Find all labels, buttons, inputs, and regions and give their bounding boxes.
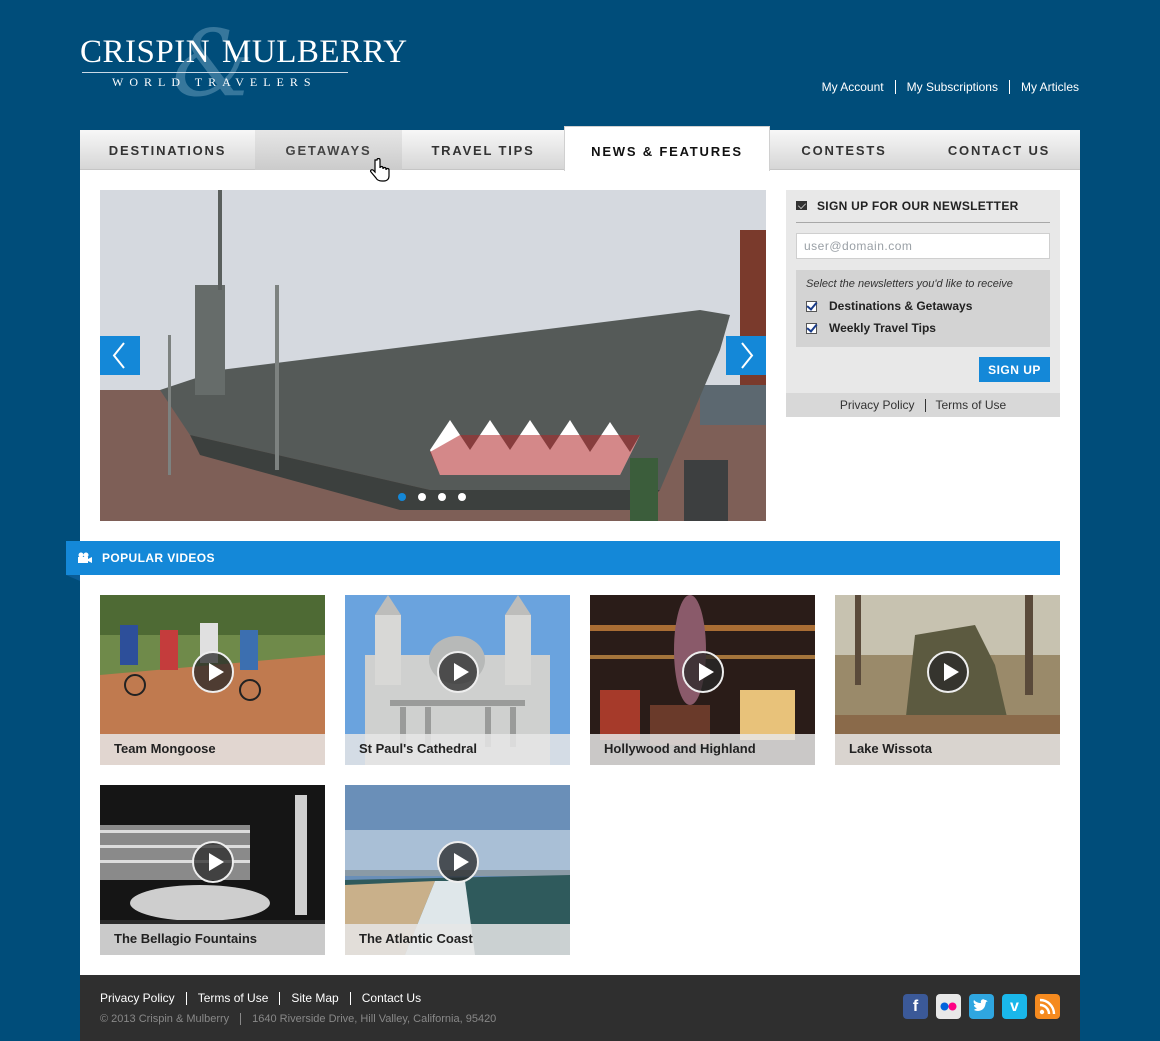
slide-image-submarine bbox=[100, 190, 766, 521]
play-icon[interactable] bbox=[192, 841, 234, 883]
address-text: 1640 Riverside Drive, Hill Valley, Calif… bbox=[240, 1013, 496, 1025]
banner-fold bbox=[66, 575, 80, 581]
footer-sitemap-link[interactable]: Site Map bbox=[279, 992, 349, 1005]
video-tile-hollywood-highland[interactable]: Hollywood and Highland bbox=[590, 595, 815, 765]
social-links: f v bbox=[903, 994, 1060, 1019]
newsletter-terms-link[interactable]: Terms of Use bbox=[924, 398, 1017, 412]
footer-copyright: © 2013 Crispin & Mulberry 1640 Riverside… bbox=[100, 1013, 496, 1025]
option-label: Destinations & Getaways bbox=[829, 299, 973, 313]
chevron-left-icon bbox=[112, 342, 125, 369]
account-links: My Account My Subscriptions My Articles bbox=[811, 80, 1079, 94]
play-icon[interactable] bbox=[192, 651, 234, 693]
footer-terms-link[interactable]: Terms of Use bbox=[185, 992, 280, 1005]
checkbox-destinations[interactable] bbox=[806, 300, 817, 312]
page-container: DESTINATIONS GETAWAYS TRAVEL TIPS NEWS &… bbox=[66, 126, 1080, 1041]
slider-next-button[interactable] bbox=[726, 336, 766, 375]
logo-tagline: WORLD TRAVELERS bbox=[112, 75, 317, 89]
newsletter-title: SIGN UP FOR OUR NEWSLETTER bbox=[817, 199, 1019, 213]
my-subscriptions-link[interactable]: My Subscriptions bbox=[894, 80, 1009, 94]
my-account-link[interactable]: My Account bbox=[811, 80, 895, 94]
logo-name-second: MULBERRY bbox=[222, 34, 408, 70]
newsletter-email-input[interactable] bbox=[796, 233, 1050, 259]
tab-travel-tips[interactable]: TRAVEL TIPS bbox=[402, 130, 564, 170]
newsletter-footer-links: Privacy Policy Terms of Use bbox=[786, 393, 1060, 417]
flickr-icon[interactable] bbox=[936, 994, 961, 1019]
slider-dot-3[interactable] bbox=[438, 493, 446, 501]
play-icon[interactable] bbox=[927, 651, 969, 693]
newsletter-hint: Select the newsletters you'd like to rec… bbox=[806, 278, 1013, 290]
hand-cursor-icon bbox=[370, 158, 390, 182]
main-nav: DESTINATIONS GETAWAYS TRAVEL TIPS NEWS &… bbox=[80, 126, 1080, 171]
newsletter-privacy-link[interactable]: Privacy Policy bbox=[830, 398, 925, 412]
logo-wordmark: CRISPIN MULBERRY bbox=[80, 34, 408, 71]
logo-name-first: CRISPIN bbox=[80, 34, 211, 70]
video-title: Lake Wissota bbox=[835, 734, 1060, 765]
newsletter-panel: SIGN UP FOR OUR NEWSLETTER Select the ne… bbox=[786, 190, 1060, 417]
envelope-icon bbox=[796, 201, 807, 210]
newsletter-header: SIGN UP FOR OUR NEWSLETTER bbox=[796, 199, 1050, 223]
site-footer: Privacy Policy Terms of Use Site Map Con… bbox=[80, 975, 1080, 1041]
slider-dot-1[interactable] bbox=[398, 493, 406, 501]
footer-links: Privacy Policy Terms of Use Site Map Con… bbox=[100, 992, 432, 1005]
video-tile-bellagio-fountains[interactable]: The Bellagio Fountains bbox=[100, 785, 325, 955]
video-title: The Bellagio Fountains bbox=[100, 924, 325, 955]
tab-contact-us[interactable]: CONTACT US bbox=[918, 130, 1080, 170]
slider-pagination bbox=[398, 493, 466, 501]
twitter-icon[interactable] bbox=[969, 994, 994, 1019]
footer-contact-link[interactable]: Contact Us bbox=[349, 992, 432, 1005]
newsletter-options: Select the newsletters you'd like to rec… bbox=[796, 270, 1050, 347]
video-title: Team Mongoose bbox=[100, 734, 325, 765]
tab-contests[interactable]: CONTESTS bbox=[770, 130, 918, 170]
video-tile-team-mongoose[interactable]: Team Mongoose bbox=[100, 595, 325, 765]
slider-dot-2[interactable] bbox=[418, 493, 426, 501]
video-tile-atlantic-coast[interactable]: The Atlantic Coast bbox=[345, 785, 570, 955]
video-tile-lake-wissota[interactable]: Lake Wissota bbox=[835, 595, 1060, 765]
checkbox-travel-tips[interactable] bbox=[806, 322, 817, 334]
option-label: Weekly Travel Tips bbox=[829, 321, 936, 335]
facebook-icon[interactable]: f bbox=[903, 994, 928, 1019]
video-tile-st-pauls-cathedral[interactable]: St Paul's Cathedral bbox=[345, 595, 570, 765]
video-camera-icon bbox=[78, 552, 92, 563]
logo-rule bbox=[82, 72, 348, 73]
video-title: Hollywood and Highland bbox=[590, 734, 815, 765]
play-icon[interactable] bbox=[682, 651, 724, 693]
play-icon[interactable] bbox=[437, 841, 479, 883]
my-articles-link[interactable]: My Articles bbox=[1008, 80, 1079, 94]
vimeo-icon[interactable]: v bbox=[1002, 994, 1027, 1019]
signup-button[interactable]: SIGN UP bbox=[979, 357, 1050, 382]
site-logo[interactable]: & CRISPIN MULBERRY WORLD TRAVELERS bbox=[80, 10, 407, 117]
newsletter-option-travel-tips[interactable]: Weekly Travel Tips bbox=[806, 321, 1040, 335]
tab-destinations[interactable]: DESTINATIONS bbox=[80, 130, 255, 170]
video-title: St Paul's Cathedral bbox=[345, 734, 570, 765]
newsletter-option-destinations[interactable]: Destinations & Getaways bbox=[806, 299, 1040, 313]
video-title: The Atlantic Coast bbox=[345, 924, 570, 955]
hero-slider[interactable] bbox=[100, 190, 766, 521]
copyright-text: © 2013 Crispin & Mulberry bbox=[100, 1013, 230, 1025]
popular-videos-title: POPULAR VIDEOS bbox=[102, 551, 215, 565]
tab-news-features[interactable]: NEWS & FEATURES bbox=[564, 126, 770, 171]
popular-videos-banner: POPULAR VIDEOS bbox=[66, 541, 1060, 575]
rss-icon[interactable] bbox=[1035, 994, 1060, 1019]
chevron-right-icon bbox=[741, 342, 754, 369]
play-icon[interactable] bbox=[437, 651, 479, 693]
slider-prev-button[interactable] bbox=[100, 336, 140, 375]
footer-privacy-link[interactable]: Privacy Policy bbox=[100, 992, 186, 1005]
slider-dot-4[interactable] bbox=[458, 493, 466, 501]
